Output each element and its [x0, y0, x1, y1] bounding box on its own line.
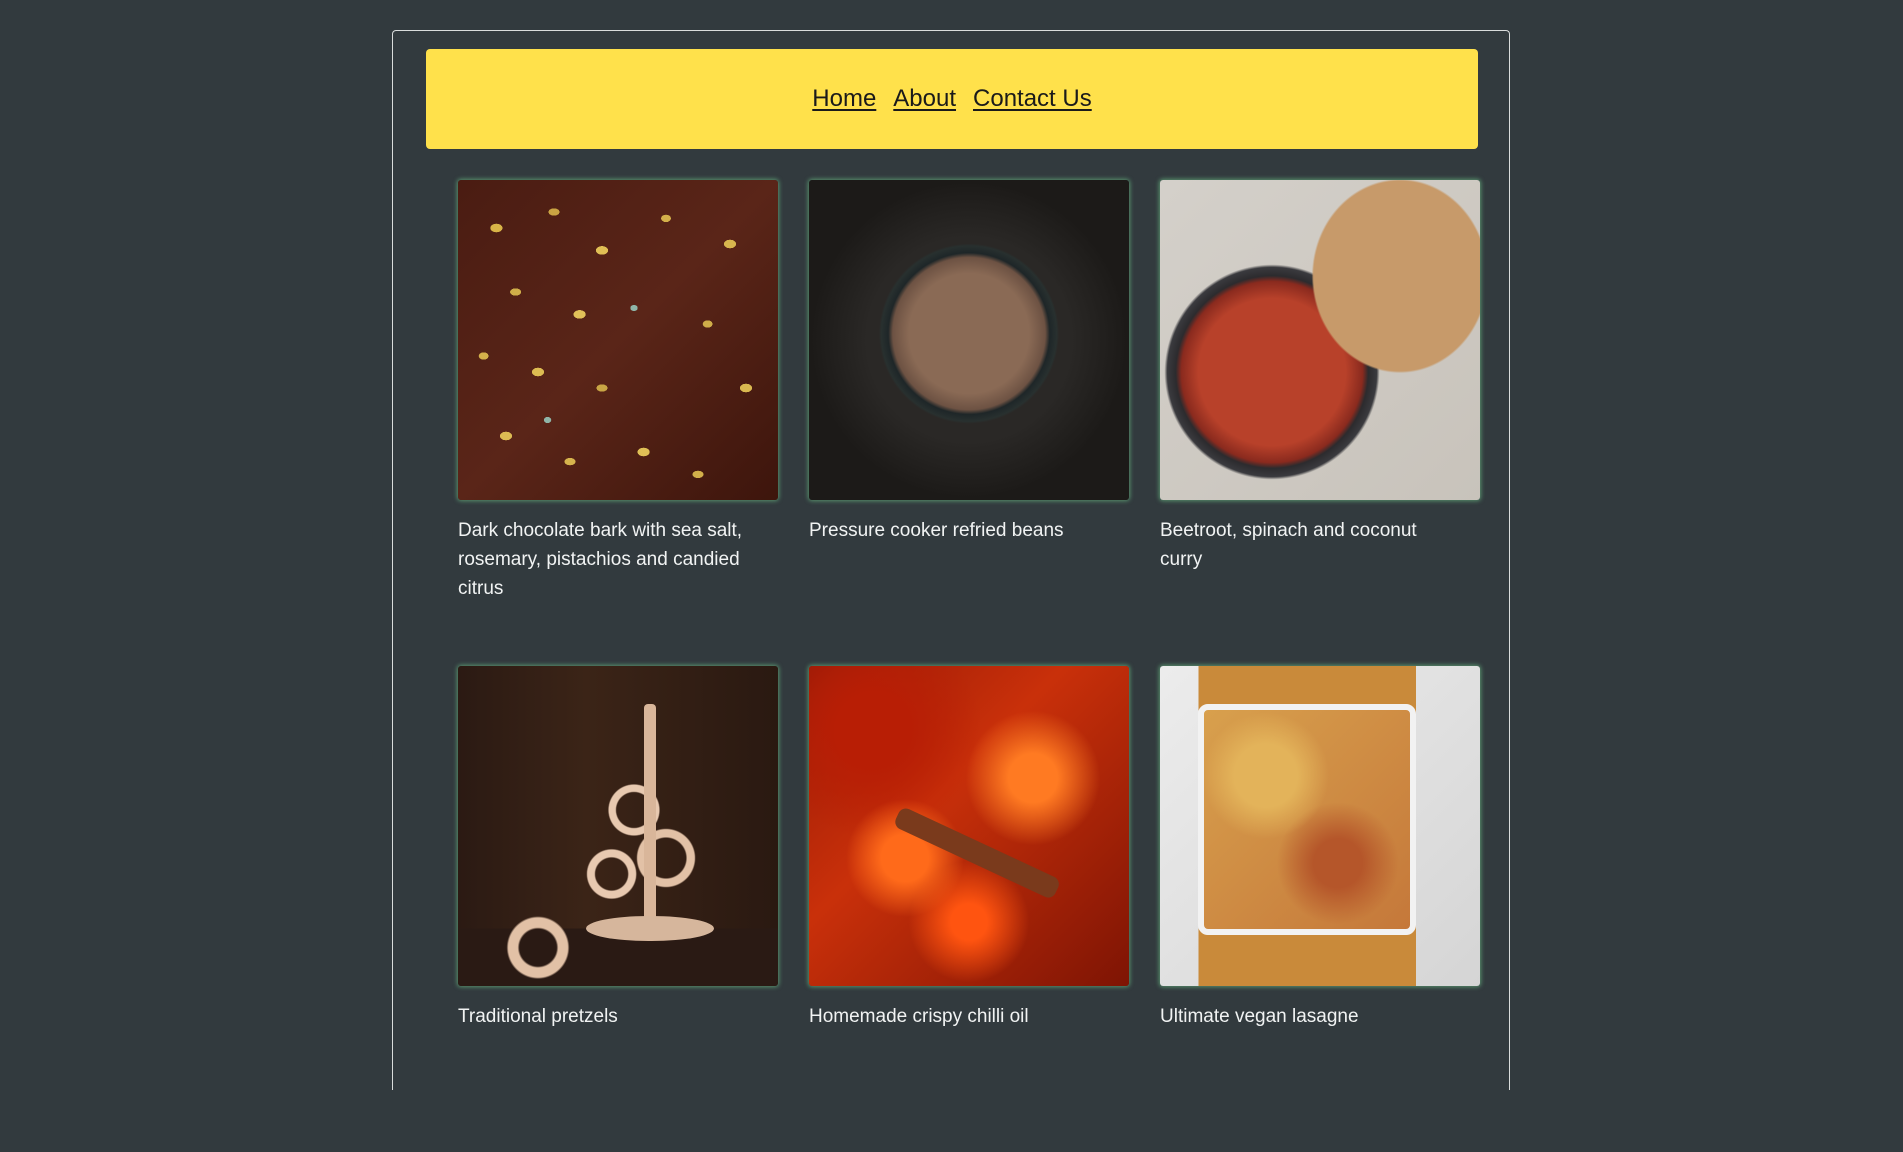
- recipe-card[interactable]: Ultimate vegan lasagne: [1160, 666, 1480, 1152]
- recipe-card[interactable]: Dark chocolate bark with sea salt, rosem…: [458, 180, 778, 666]
- nav-link-contact[interactable]: Contact Us: [973, 85, 1092, 113]
- recipe-title: Dark chocolate bark with sea salt, rosem…: [458, 520, 743, 599]
- recipe-card[interactable]: Beetroot, spinach and coconut curry: [1160, 180, 1480, 666]
- nav-link-about[interactable]: About: [893, 85, 956, 113]
- recipe-image-chilli-oil[interactable]: [809, 666, 1129, 986]
- recipe-image-refried-beans[interactable]: [809, 180, 1129, 500]
- page-container: Home About Contact Us Dark chocolate bar…: [392, 30, 1510, 1090]
- recipe-title: Beetroot, spinach and coconut curry: [1160, 520, 1417, 570]
- recipe-image-pretzels[interactable]: [458, 666, 778, 986]
- recipe-image-chocolate-bark[interactable]: [458, 180, 778, 500]
- recipe-image-vegan-lasagne[interactable]: [1160, 666, 1480, 986]
- recipe-card[interactable]: Traditional pretzels: [458, 666, 778, 1152]
- recipe-card[interactable]: Pressure cooker refried beans: [809, 180, 1129, 666]
- recipe-image-beetroot-curry[interactable]: [1160, 180, 1480, 500]
- recipe-card[interactable]: Homemade crispy chilli oil: [809, 666, 1129, 1152]
- recipe-title: Traditional pretzels: [458, 1006, 618, 1027]
- recipe-title: Homemade crispy chilli oil: [809, 1006, 1029, 1027]
- navbar: Home About Contact Us: [426, 49, 1478, 149]
- nav-link-home[interactable]: Home: [812, 85, 876, 113]
- recipe-grid: Dark chocolate bark with sea salt, rosem…: [458, 180, 1480, 1152]
- recipe-title: Pressure cooker refried beans: [809, 520, 1064, 541]
- recipe-title: Ultimate vegan lasagne: [1160, 1006, 1359, 1027]
